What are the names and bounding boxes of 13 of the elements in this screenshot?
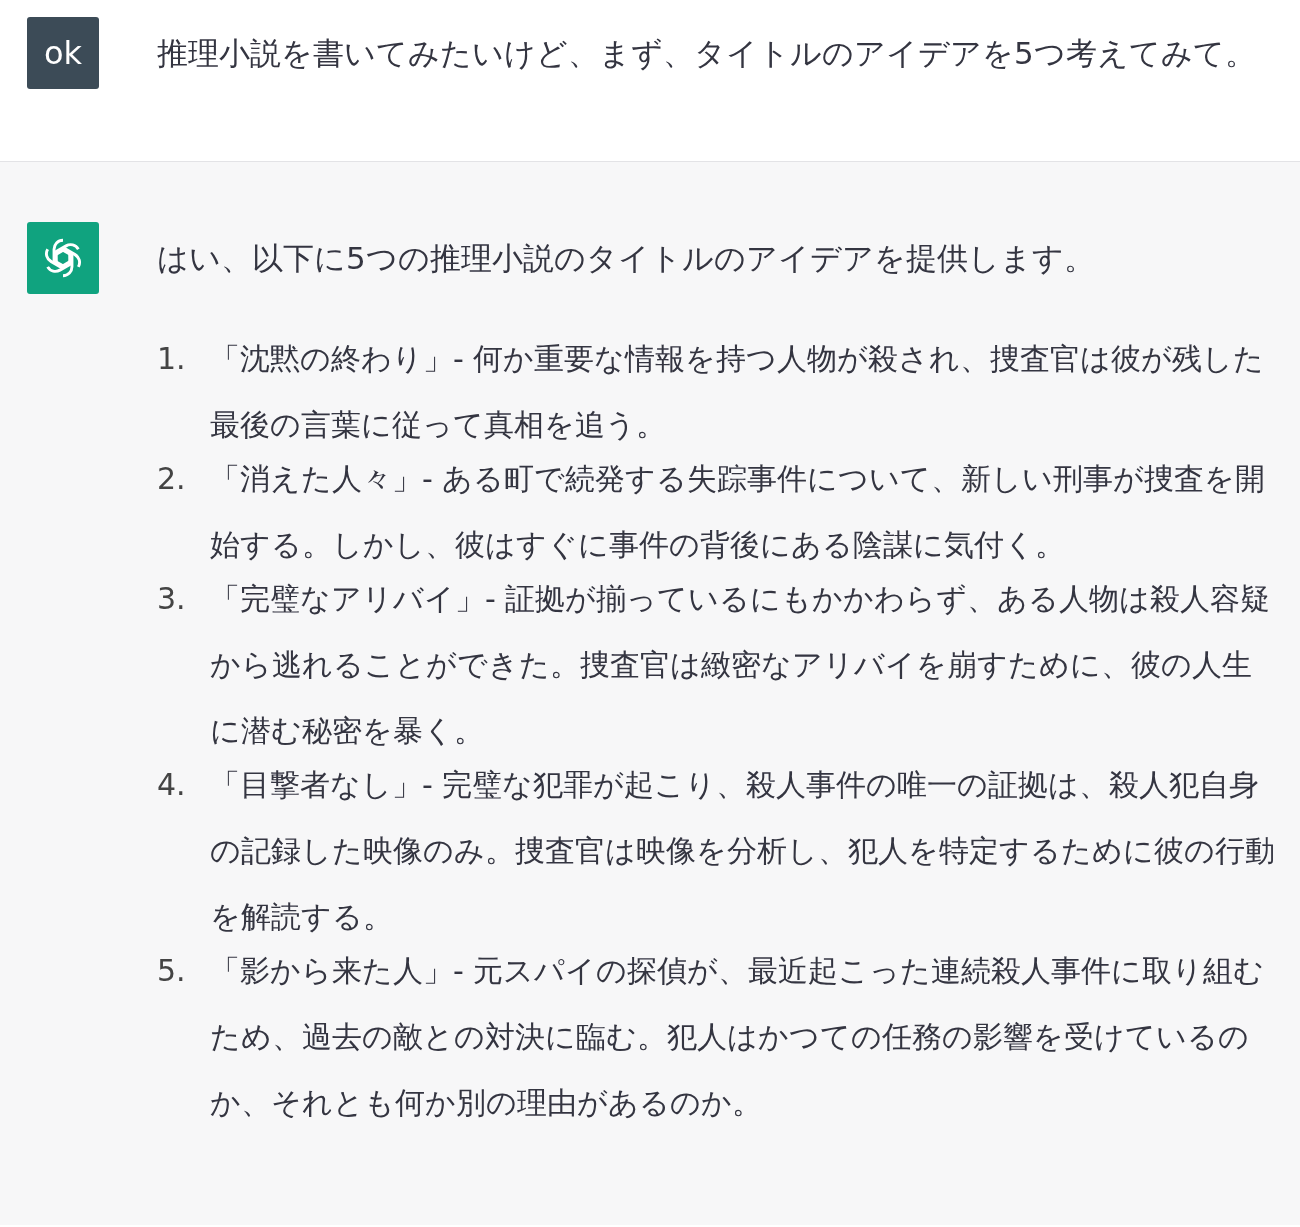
list-number: 4. (157, 766, 187, 804)
list-number: 1. (157, 340, 187, 378)
list-item-text: 「沈黙の終わり」- 何か重要な情報を持つ人物が殺され、捜査官は彼が残した最後の言葉に従って真相を追う。 (210, 340, 1266, 444)
message-text: はい、以下に5つの推理小説のタイトルのアイデアを提供します。 (157, 239, 1096, 278)
list-number: 5. (157, 952, 187, 990)
list-item-text: 「消えた人々」- ある町で続発する失踪事件について、新しい刑事が捜査を開始する。しかし、彼はすぐに事件の背後にある陰謀に気付く。 (210, 460, 1267, 564)
list-item-text: 「目撃者なし」- 完璧な犯罪が起こり、殺人事件の唯一の証拠は、殺人犯自身の記録した映像のみ。捜査官は映像を分析し、犯人を特定するために彼の行動を解読する。 (210, 766, 1276, 936)
message-text: 推理小説を書いてみたいけど、まず、タイトルのアイデアを5つ考えてみて。 (157, 34, 1257, 73)
list-number: 2. (157, 460, 187, 498)
list-item-text: 「影から来た人」- 元スパイの探偵が、最近起こった連続殺人事件に取り組むため、過去の敵との対決に臨む。犯人はかつての任務の影響を受けているのか、それとも何か別の理由があるのか。 (210, 952, 1266, 1122)
list-number: 3. (157, 580, 187, 618)
list-item-text: 「完璧なアリバイ」- 証拠が揃っているにもかかわらず、ある人物は殺人容疑から逃れることができた。捜査官は緻密なアリバイを崩すために、彼の人生に潜む秘密を暴く。 (210, 580, 1272, 750)
user-avatar: ok (27, 17, 99, 89)
